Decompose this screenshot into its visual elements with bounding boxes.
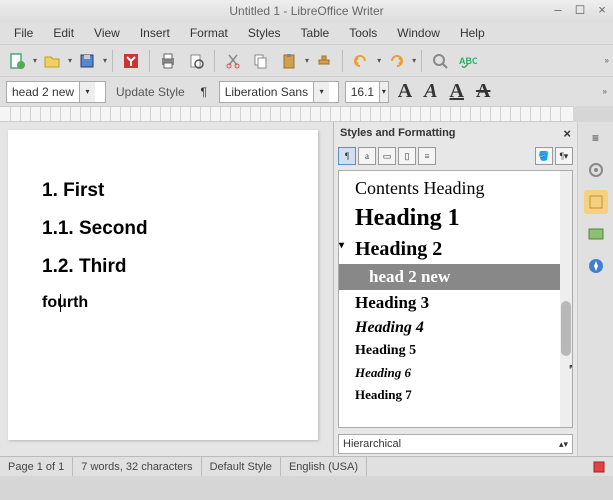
ruler[interactable] (0, 106, 573, 122)
statusbar: Page 1 of 1 7 words, 32 characters Defau… (0, 456, 613, 476)
menu-file[interactable]: File (6, 24, 41, 42)
style-item[interactable]: Heading 1 (351, 202, 572, 235)
cut-button[interactable] (220, 48, 246, 74)
paragraph-style-combo[interactable]: head 2 new ▾ (6, 81, 106, 103)
format-more[interactable]: » (603, 87, 607, 96)
more-dropdown[interactable]: » (605, 56, 609, 65)
styles-category-toolbar: ¶ a ▭ ▯ ≡ 🪣 ¶▾ (334, 144, 577, 168)
menubar: File Edit View Insert Format Styles Tabl… (0, 22, 613, 44)
print-preview-button[interactable] (183, 48, 209, 74)
character-styles-icon[interactable]: a (358, 147, 376, 165)
heading-line[interactable]: 1. First (42, 180, 288, 202)
menu-insert[interactable]: Insert (132, 24, 178, 42)
save-dropdown[interactable]: ▾ (103, 56, 107, 65)
find-button[interactable] (427, 48, 453, 74)
heading-line[interactable]: 1.2. Third (42, 256, 288, 278)
menu-help[interactable]: Help (452, 24, 493, 42)
paste-button[interactable] (276, 48, 302, 74)
underline-button[interactable]: A (447, 80, 467, 103)
print-button[interactable] (155, 48, 181, 74)
export-pdf-button[interactable] (118, 48, 144, 74)
style-item[interactable]: Heading 6 (351, 362, 572, 384)
strike-button[interactable]: A (473, 80, 493, 103)
status-style[interactable]: Default Style (202, 457, 281, 476)
status-lang[interactable]: English (USA) (281, 457, 367, 476)
menu-view[interactable]: View (86, 24, 128, 42)
menu-window[interactable]: Window (389, 24, 448, 42)
spellcheck-button[interactable]: ABC (455, 48, 481, 74)
status-save-icon[interactable] (585, 457, 613, 476)
undo-button[interactable] (348, 48, 374, 74)
paste-dropdown[interactable]: ▾ (305, 56, 309, 65)
menu-format[interactable]: Format (182, 24, 236, 42)
close-button[interactable]: × (595, 2, 609, 16)
style-list[interactable]: Contents Heading Heading 1 Heading 2 hea… (338, 170, 573, 428)
panel-title: Styles and Formatting (340, 127, 456, 139)
status-page[interactable]: Page 1 of 1 (0, 457, 73, 476)
sidebar-menu-icon[interactable]: ≡ (584, 126, 608, 150)
style-item[interactable]: Heading 7 (351, 384, 572, 406)
style-item[interactable]: Contents Heading (351, 175, 572, 202)
menu-edit[interactable]: Edit (45, 24, 82, 42)
undo-dropdown[interactable]: ▾ (377, 56, 381, 65)
italic-button[interactable]: A (421, 80, 440, 103)
panel-close-icon[interactable]: × (563, 126, 571, 141)
list-styles-icon[interactable]: ≡ (418, 147, 436, 165)
redo-button[interactable] (383, 48, 409, 74)
redo-dropdown[interactable]: ▾ (412, 56, 416, 65)
update-style-button[interactable]: Update Style (112, 85, 189, 99)
window-title: Untitled 1 - LibreOffice Writer (229, 4, 383, 18)
style-item[interactable]: Heading 3 (351, 290, 572, 316)
font-name-combo[interactable]: Liberation Sans ▾ (219, 81, 339, 103)
minimize-button[interactable]: – (551, 2, 565, 16)
heading-line[interactable]: 1.1. Second (42, 218, 288, 240)
sidebar-settings-icon[interactable] (584, 158, 608, 182)
document-area[interactable]: 1. First 1.1. Second 1.2. Third fourth (0, 122, 333, 456)
page: 1. First 1.1. Second 1.2. Third fourth (8, 130, 318, 440)
menu-table[interactable]: Table (293, 24, 338, 42)
bold-button[interactable]: A (395, 80, 415, 103)
new-style-icon[interactable]: ¶▾ (555, 147, 573, 165)
new-button[interactable] (4, 48, 30, 74)
format-toolbar: head 2 new ▾ Update Style ¶ Liberation S… (0, 76, 613, 106)
scrollbar[interactable] (560, 171, 572, 427)
copy-button[interactable] (248, 48, 274, 74)
scroll-thumb[interactable] (561, 301, 571, 356)
save-button[interactable] (74, 48, 100, 74)
titlebar: Untitled 1 - LibreOffice Writer – ◻ × (0, 0, 613, 22)
style-item-selected[interactable]: head 2 new (339, 264, 572, 290)
sidebar-navigator-icon[interactable] (584, 254, 608, 278)
page-styles-icon[interactable]: ▯ (398, 147, 416, 165)
open-dropdown[interactable]: ▾ (68, 56, 72, 65)
style-item[interactable]: Heading 2 (351, 235, 572, 264)
fill-format-icon[interactable]: 🪣 (535, 147, 553, 165)
heading-line-cursor[interactable]: fourth (42, 294, 88, 312)
maximize-button[interactable]: ◻ (573, 2, 587, 16)
menu-styles[interactable]: Styles (240, 24, 289, 42)
styles-panel: Styles and Formatting × ¶ a ▭ ▯ ≡ 🪣 ¶▾ C… (333, 122, 577, 456)
pilcrow-icon[interactable]: ¶ (195, 79, 213, 105)
frame-styles-icon[interactable]: ▭ (378, 147, 396, 165)
mouse-cursor-icon: ↖ (568, 361, 573, 375)
menu-tools[interactable]: Tools (341, 24, 385, 42)
sidebar-tabs: ≡ (577, 122, 613, 456)
font-size-combo[interactable]: 16.1 ▾ (345, 81, 389, 103)
status-words[interactable]: 7 words, 32 characters (73, 457, 201, 476)
style-item[interactable]: Heading 4 (351, 316, 572, 340)
sidebar-gallery-icon[interactable] (584, 222, 608, 246)
open-button[interactable] (39, 48, 65, 74)
style-item[interactable]: Heading 5 (351, 340, 572, 362)
sidebar-styles-icon[interactable] (584, 190, 608, 214)
new-dropdown[interactable]: ▾ (33, 56, 37, 65)
main-toolbar: ▾ ▾ ▾ ▾ ▾ ▾ ABC » (0, 44, 613, 76)
style-filter-combo[interactable]: Hierarchical ▴▾ (338, 434, 573, 454)
paragraph-styles-icon[interactable]: ¶ (338, 147, 356, 165)
clone-format-button[interactable] (311, 48, 337, 74)
text-cursor (60, 294, 61, 312)
